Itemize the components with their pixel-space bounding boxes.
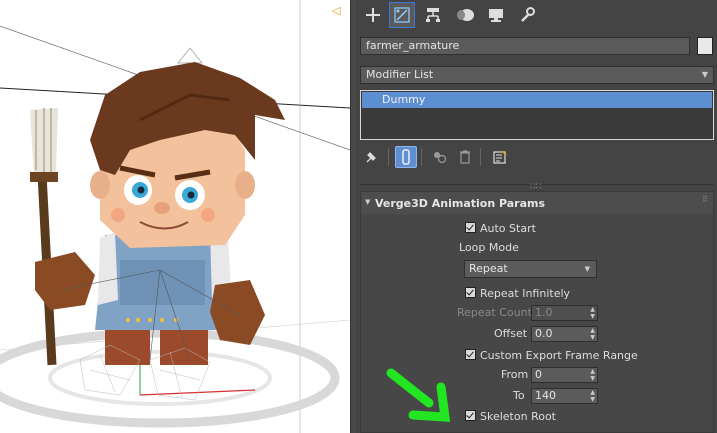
checkbox-checked-icon (465, 410, 476, 421)
skeleton-root-checkbox[interactable]: Skeleton Root (465, 410, 556, 423)
motion-icon (457, 9, 474, 21)
stack-toolbar (356, 144, 717, 170)
modify-icon (394, 7, 410, 23)
viewport-scene (0, 0, 350, 433)
to-label: To (513, 389, 525, 402)
checkbox-checked-icon (465, 287, 476, 298)
skeleton-root-label: Skeleton Root (480, 410, 556, 423)
chevron-down-icon: ▼ (584, 265, 590, 273)
custom-export-frame-range-checkbox[interactable]: Custom Export Frame Range (465, 349, 638, 362)
object-name-input[interactable]: farmer_armature (360, 37, 690, 55)
modifier-list-label: Modifier List (366, 68, 434, 81)
toolbar-divider (480, 148, 481, 166)
show-end-result-button[interactable] (395, 146, 417, 168)
repeat-infinitely-checkbox[interactable]: Repeat Infinitely (465, 287, 570, 300)
make-unique-button[interactable] (429, 146, 451, 168)
tab-utilities[interactable] (514, 2, 540, 28)
repeat-infinitely-label: Repeat Infinitely (480, 287, 571, 300)
tab-hierarchy[interactable] (420, 2, 446, 28)
offset-label: Offset (494, 327, 528, 340)
collapse-triangle-icon: ▼ (365, 198, 371, 206)
display-icon (489, 9, 503, 22)
from-spinner[interactable]: 0 ▲ ▼ (531, 367, 598, 383)
stack-item-dummy[interactable]: Dummy (362, 92, 712, 108)
viewport[interactable]: ◁ (0, 0, 350, 433)
tab-modify[interactable] (389, 2, 415, 28)
spinner-arrows-icon[interactable]: ▲ ▼ (590, 368, 595, 382)
loop-mode-dropdown[interactable]: Repeat ▼ (464, 260, 597, 278)
offset-spinner[interactable]: 0.0 ▲ ▼ (531, 326, 598, 342)
tab-display[interactable] (483, 2, 509, 28)
toolbar-divider (388, 148, 389, 166)
tab-create[interactable] (360, 2, 386, 28)
toolbar-divider (421, 148, 422, 166)
pin-stack-button[interactable] (360, 146, 382, 168)
modifier-stack[interactable]: Dummy (360, 90, 714, 140)
checkbox-checked-icon (465, 349, 476, 360)
viewport-edge-arrow-icon: ◁ (332, 4, 341, 17)
rollout-header[interactable]: ▼ Verge3D Animation Params ⠿ (361, 192, 713, 214)
plus-icon (366, 8, 380, 22)
spinner-arrows-icon[interactable]: ▲ ▼ (590, 389, 595, 403)
to-spinner[interactable]: 140 ▲ ▼ (531, 388, 598, 404)
loop-mode-value: Repeat (469, 262, 508, 275)
wrench-icon (521, 7, 535, 22)
modifier-list-dropdown[interactable]: Modifier List ▼ (360, 66, 714, 84)
command-panel-tabs (356, 2, 717, 30)
remove-modifier-button[interactable] (454, 146, 476, 168)
from-value: 0 (535, 368, 542, 381)
pin-icon (366, 152, 376, 163)
repeat-count-value: 1.0 (535, 306, 553, 319)
chevron-down-icon: ▼ (701, 70, 708, 79)
custom-export-label: Custom Export Frame Range (480, 349, 638, 362)
auto-start-label: Auto Start (480, 222, 536, 235)
end-result-icon (402, 149, 410, 165)
to-value: 140 (535, 389, 556, 402)
annotation-arrow-icon (386, 368, 451, 422)
offset-value: 0.0 (535, 327, 553, 340)
auto-start-checkbox[interactable]: Auto Start (465, 222, 536, 235)
spinner-arrows-icon: ▲ ▼ (590, 306, 595, 320)
repeat-count-label: Repeat Count (457, 306, 532, 319)
checkbox-checked-icon (465, 222, 476, 233)
rollout-title: Verge3D Animation Params (375, 197, 546, 210)
repeat-count-spinner: 1.0 ▲ ▼ (531, 305, 598, 321)
configure-modifier-sets-button[interactable] (489, 146, 511, 168)
from-label: From (501, 368, 529, 381)
trash-icon (460, 150, 470, 164)
loop-mode-label: Loop Mode (459, 241, 519, 254)
drag-handle-icon[interactable]: ⠿ (702, 195, 708, 204)
hierarchy-icon (426, 8, 440, 22)
tab-motion[interactable] (452, 2, 478, 28)
object-color-swatch[interactable] (697, 37, 713, 55)
configure-sets-icon (493, 150, 507, 164)
spinner-arrows-icon[interactable]: ▲ ▼ (590, 327, 595, 341)
make-unique-icon (434, 152, 447, 164)
